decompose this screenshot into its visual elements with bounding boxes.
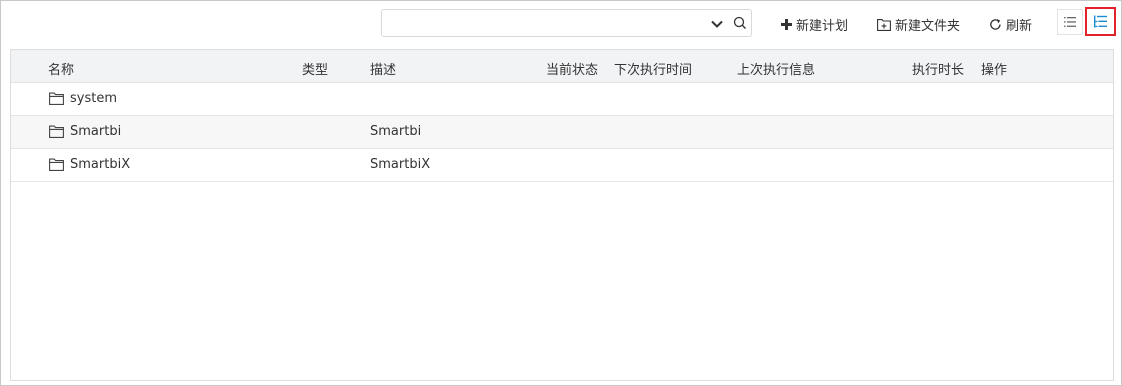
table-header: 名称 类型 描述 当前状态 下次执行时间 上次执行信息 执行时长 操作 xyxy=(11,50,1113,83)
row-description: SmartbiX xyxy=(370,157,431,172)
tree-list-icon xyxy=(1094,15,1107,28)
list-icon xyxy=(1064,17,1076,27)
column-header-actions[interactable]: 操作 xyxy=(981,59,1007,78)
list-view-button[interactable] xyxy=(1057,9,1083,35)
plus-icon xyxy=(781,18,792,30)
refresh-icon xyxy=(990,18,1001,30)
new-folder-label: 新建文件夹 xyxy=(895,18,961,34)
search-input[interactable] xyxy=(388,14,702,34)
refresh-label: 刷新 xyxy=(1006,18,1033,34)
folder-icon xyxy=(49,125,64,138)
column-header-next-run[interactable]: 下次执行时间 xyxy=(614,59,692,78)
search-icon[interactable] xyxy=(733,16,747,30)
plan-table: 名称 类型 描述 当前状态 下次执行时间 上次执行信息 执行时长 操作 syst… xyxy=(10,49,1114,381)
row-name[interactable]: Smartbi xyxy=(49,124,121,139)
column-header-name[interactable]: 名称 xyxy=(48,59,74,78)
column-header-description[interactable]: 描述 xyxy=(370,59,396,78)
column-header-status[interactable]: 当前状态 xyxy=(546,59,598,78)
folder-icon xyxy=(49,158,64,171)
chevron-down-icon[interactable] xyxy=(709,16,725,32)
folder-plus-icon xyxy=(877,18,891,31)
column-header-duration[interactable]: 执行时长 xyxy=(912,59,964,78)
new-folder-button[interactable]: 新建文件夹 xyxy=(877,15,961,34)
table-row[interactable]: SmartbiX SmartbiX xyxy=(11,149,1113,182)
row-name[interactable]: system xyxy=(49,91,117,106)
folder-icon xyxy=(49,92,64,105)
new-plan-label: 新建计划 xyxy=(796,18,849,34)
search-box[interactable] xyxy=(381,9,752,37)
table-row[interactable]: system xyxy=(11,83,1113,116)
refresh-button[interactable]: 刷新 xyxy=(989,15,1033,34)
tree-view-button[interactable] xyxy=(1085,7,1116,36)
row-name-label: SmartbiX xyxy=(70,157,131,172)
column-header-last-run[interactable]: 上次执行信息 xyxy=(737,59,815,78)
new-plan-button[interactable]: 新建计划 xyxy=(781,15,849,34)
column-header-type[interactable]: 类型 xyxy=(302,59,328,78)
row-description: Smartbi xyxy=(370,124,422,139)
row-name-label: system xyxy=(70,91,117,106)
table-row[interactable]: Smartbi Smartbi xyxy=(11,116,1113,149)
row-name-label: Smartbi xyxy=(70,124,122,139)
row-name[interactable]: SmartbiX xyxy=(49,157,130,172)
